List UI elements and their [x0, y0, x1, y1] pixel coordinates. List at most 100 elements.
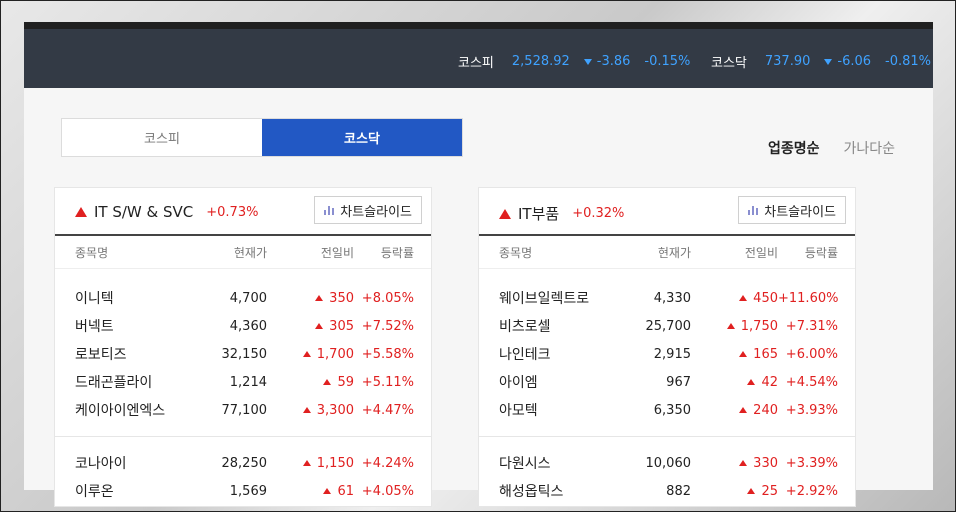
sector-title[interactable]: IT S/W & SVC +0.73% [75, 203, 258, 221]
column-header: 종목명 현재가 전일비 등락률 [479, 236, 855, 269]
stock-diff: 3,300 [267, 403, 354, 418]
stock-row[interactable]: 다원시스 10,060 330 +3.39% [479, 449, 855, 477]
stock-diff: 240 [691, 403, 778, 418]
stock-name[interactable]: 아이엠 [479, 372, 599, 392]
sector-title[interactable]: IT부품 +0.32% [499, 203, 624, 224]
market-tabs: 코스피 코스닥 [61, 118, 463, 157]
kosdaq-index[interactable]: 코스닥 737.90 -6.06 -0.81% [711, 52, 931, 71]
triangle-up-icon [323, 379, 332, 385]
col-rate: 등락률 [380, 245, 414, 260]
stock-name[interactable]: 이니텍 [55, 288, 175, 308]
stock-row[interactable]: 드래곤플라이 1,214 59 +5.11% [55, 368, 431, 396]
sector-header: IT S/W & SVC +0.73% 차트슬라이드 [55, 188, 431, 236]
group-divider [479, 436, 855, 437]
stock-rate: +5.11% [361, 374, 414, 390]
stock-diff-value: 165 [753, 346, 778, 362]
stock-diff-value: 305 [329, 318, 354, 334]
stock-row[interactable]: 나인테크 2,915 165 +6.00% [479, 340, 855, 368]
stock-rate: +3.39% [785, 455, 838, 471]
stock-name[interactable]: 비츠로셀 [479, 316, 599, 336]
triangle-up-icon [75, 207, 87, 217]
sector-rate: +0.32% [572, 206, 625, 221]
stock-diff: 350 [267, 291, 354, 306]
stock-row[interactable]: 비츠로셀 25,700 1,750 +7.31% [479, 312, 855, 340]
triangle-up-icon [499, 208, 511, 219]
stock-rate: +4.54% [785, 374, 838, 390]
stock-row[interactable]: 케이아이엔엑스 77,100 3,300 +4.47% [55, 396, 431, 424]
stock-name[interactable]: 다원시스 [479, 453, 599, 473]
triangle-up-icon [747, 379, 756, 385]
sector-name: IT부품 [518, 205, 560, 223]
stock-price: 32,150 [221, 346, 268, 362]
stock-name[interactable]: 웨이브일렉트로 [479, 288, 599, 308]
index-name: 코스닥 [711, 56, 747, 71]
index-value: 2,528.92 [511, 54, 570, 69]
chart-slide-button[interactable]: 차트슬라이드 [314, 196, 422, 224]
sector-card-it-sw: IT S/W & SVC +0.73% 차트슬라이드 종목명 현재가 전일비 등… [54, 187, 432, 507]
triangle-down-icon [583, 58, 592, 65]
stock-name[interactable]: 드래곤플라이 [55, 372, 175, 392]
stock-name[interactable]: 아모텍 [479, 400, 599, 420]
market-index-bar: 코스피 2,528.92 -3.86 -0.15% 코스닥 737.90 -6.… [24, 22, 933, 88]
stock-price: 2,915 [653, 346, 691, 362]
tab-kosdaq[interactable]: 코스닥 [262, 119, 462, 156]
sort-by-alpha[interactable]: 가나다순 [843, 138, 895, 158]
stock-name[interactable]: 버넥트 [55, 316, 175, 336]
stock-diff: 1,700 [267, 347, 354, 362]
stock-row[interactable]: 코나아이 28,250 1,150 +4.24% [55, 449, 431, 477]
stock-name[interactable]: 로보티즈 [55, 344, 175, 364]
stock-price: 28,250 [221, 455, 268, 471]
triangle-up-icon [739, 351, 748, 357]
stock-name[interactable]: 해성옵틱스 [479, 481, 599, 501]
stock-price: 882 [666, 483, 691, 499]
col-name: 종목명 [75, 245, 109, 260]
sort-options: 업종명순 가나다순 [768, 138, 895, 158]
stock-rate: +7.31% [785, 318, 838, 334]
stock-diff-value: 450 [753, 290, 778, 306]
stock-rate: +4.05% [361, 483, 414, 499]
stock-diff: 59 [267, 375, 354, 390]
sector-card-it-parts: IT부품 +0.32% 차트슬라이드 종목명 현재가 전일비 등락률 웨이브일렉… [478, 187, 856, 507]
stock-row[interactable]: 버넥트 4,360 305 +7.52% [55, 312, 431, 340]
stock-name[interactable]: 코나아이 [55, 453, 175, 473]
stock-diff-value: 42 [761, 374, 778, 390]
stock-row[interactable]: 아모텍 6,350 240 +3.93% [479, 396, 855, 424]
chart-slide-button[interactable]: 차트슬라이드 [738, 196, 846, 224]
stock-price: 1,214 [229, 374, 267, 390]
triangle-down-icon [824, 58, 833, 65]
stock-row[interactable]: 웨이브일렉트로 4,330 450 +11.60% [479, 284, 855, 312]
index-change: -3.86 [596, 54, 631, 69]
bar-chart-icon [748, 205, 759, 215]
column-header: 종목명 현재가 전일비 등락률 [55, 236, 431, 269]
index-value: 737.90 [764, 54, 811, 69]
stock-diff: 165 [691, 347, 778, 362]
stock-row[interactable]: 해성옵틱스 882 25 +2.92% [479, 477, 855, 505]
stock-name[interactable]: 이루온 [55, 481, 175, 501]
stock-row[interactable]: 이루온 1,569 61 +4.05% [55, 477, 431, 505]
sort-by-sector[interactable]: 업종명순 [768, 138, 820, 158]
stock-price: 4,330 [653, 290, 691, 306]
triangle-up-icon [739, 295, 748, 301]
triangle-up-icon [323, 488, 332, 494]
stock-diff-value: 330 [753, 455, 778, 471]
stock-diff-value: 240 [753, 402, 778, 418]
stock-name[interactable]: 나인테크 [479, 344, 599, 364]
stock-row[interactable]: 아이엠 967 42 +4.54% [479, 368, 855, 396]
stock-diff: 42 [691, 375, 778, 390]
sector-rate: +0.73% [206, 204, 259, 220]
kospi-index[interactable]: 코스피 2,528.92 -3.86 -0.15% [458, 52, 690, 71]
stock-price: 10,060 [645, 455, 692, 471]
index-rate: -0.81% [885, 54, 932, 69]
stock-row[interactable]: 로보티즈 32,150 1,700 +5.58% [55, 340, 431, 368]
sector-name: IT S/W & SVC [94, 203, 194, 221]
stock-diff-value: 25 [761, 483, 778, 499]
stock-rate: +8.05% [361, 290, 414, 306]
bar-chart-icon [324, 205, 335, 215]
stock-name[interactable]: 케이아이엔엑스 [55, 400, 175, 420]
stock-row[interactable]: 이니텍 4,700 350 +8.05% [55, 284, 431, 312]
tab-kospi[interactable]: 코스피 [62, 119, 262, 156]
stock-price: 77,100 [221, 402, 268, 418]
stock-diff-value: 1,750 [740, 318, 778, 334]
stock-diff: 330 [691, 456, 778, 471]
col-diff: 전일비 [320, 245, 354, 260]
